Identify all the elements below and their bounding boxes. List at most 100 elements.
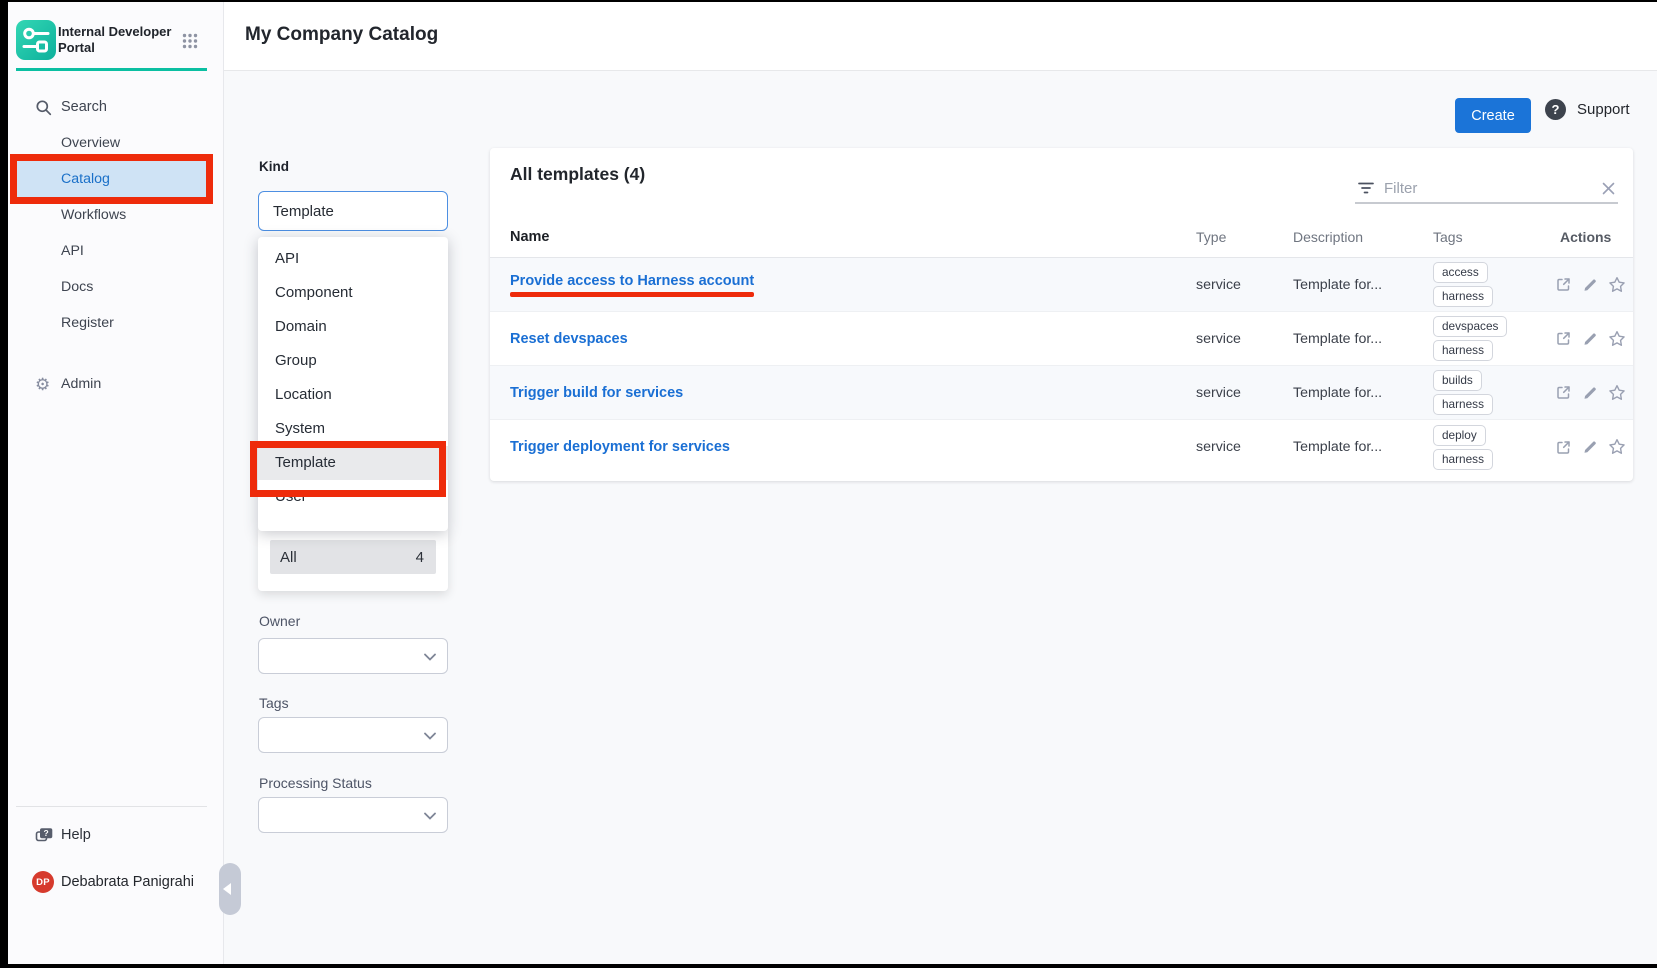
tag-chip: harness [1433, 394, 1493, 415]
app-window: Internal Developer Portal Search Overvie… [8, 2, 1657, 964]
kind-select[interactable]: Template [258, 191, 448, 231]
table-body: Provide access to Harness account service… [490, 258, 1633, 474]
tag-chip: access [1433, 262, 1488, 283]
sidebar: Internal Developer Portal Search Overvie… [8, 2, 224, 964]
star-icon[interactable] [1608, 384, 1626, 402]
open-in-new-icon[interactable] [1555, 384, 1572, 401]
tag-chip: devspaces [1433, 316, 1507, 337]
help-button[interactable]: ? Help [8, 823, 91, 847]
sidebar-item-register[interactable]: Register [17, 305, 206, 341]
table-row: Reset devspacesserviceTemplate for...dev… [490, 312, 1633, 366]
type-cell: service [1196, 277, 1293, 293]
sidebar-item-api[interactable]: API [17, 233, 206, 269]
kind-all-count: 4 [416, 549, 424, 566]
template-link[interactable]: Provide access to Harness account [510, 273, 754, 297]
edit-icon[interactable] [1582, 331, 1598, 347]
processing-status-select[interactable] [258, 797, 448, 833]
edit-icon[interactable] [1582, 277, 1598, 293]
type-cell: service [1196, 439, 1293, 455]
template-link[interactable]: Trigger deployment for services [510, 439, 730, 455]
template-link[interactable]: Reset devspaces [510, 331, 628, 347]
column-header-name: Name [510, 229, 1196, 245]
templates-card: All templates (4) [490, 148, 1633, 481]
kind-label: Kind [259, 159, 289, 174]
table-row: Provide access to Harness account service… [490, 258, 1633, 312]
kind-option-component[interactable]: Component [258, 276, 448, 310]
kind-select-value: Template [273, 203, 334, 220]
clear-filter-icon[interactable] [1601, 181, 1616, 196]
tag-chip: builds [1433, 370, 1482, 391]
question-circle-icon: ? [1545, 99, 1566, 120]
sidebar-item-admin[interactable]: ⚙ Admin [8, 366, 101, 402]
description-cell: Template for... [1293, 385, 1433, 401]
kind-all-label: All [280, 549, 297, 566]
support-button[interactable]: ? Support [1545, 99, 1630, 120]
support-label: Support [1577, 101, 1630, 118]
actions-cell [1543, 384, 1633, 402]
page-title: My Company Catalog [245, 24, 438, 46]
tag-chip: deploy [1433, 425, 1486, 446]
kind-option-group[interactable]: Group [258, 344, 448, 378]
tags-select[interactable] [258, 717, 448, 753]
kind-all-row[interactable]: All 4 [270, 540, 436, 574]
collapse-left-arrow-icon [223, 883, 231, 895]
brand-line1: Internal Developer [58, 24, 171, 40]
column-header-description: Description [1293, 229, 1433, 245]
portal-logo-icon [16, 20, 56, 60]
create-button[interactable]: Create [1455, 98, 1531, 133]
user-name: Debabrata Panigrahi [61, 874, 194, 890]
type-cell: service [1196, 385, 1293, 401]
processing-status-label: Processing Status [259, 775, 372, 791]
edit-icon[interactable] [1582, 385, 1598, 401]
admin-label: Admin [61, 376, 101, 392]
tag-chip: harness [1433, 449, 1493, 470]
table-filter [1355, 174, 1618, 204]
star-icon[interactable] [1608, 438, 1626, 456]
kind-option-system[interactable]: System [258, 412, 448, 446]
kind-option-user[interactable]: User [258, 480, 448, 514]
help-label: Help [61, 827, 91, 843]
sidebar-item-workflows[interactable]: Workflows [17, 197, 206, 233]
table-row: Trigger deployment for servicesserviceTe… [490, 420, 1633, 474]
user-menu[interactable]: DP Debabrata Panigrahi [32, 869, 194, 895]
kind-option-domain[interactable]: Domain [258, 310, 448, 344]
app-switcher-grid-icon[interactable] [182, 33, 198, 49]
templates-title: All templates (4) [510, 164, 645, 185]
tag-chip: harness [1433, 286, 1493, 307]
column-header-type: Type [1196, 229, 1293, 245]
table-row: Trigger build for services serviceTemplat… [490, 366, 1633, 420]
tags-cell: access harness [1433, 262, 1543, 307]
open-in-new-icon[interactable] [1555, 330, 1572, 347]
actions-cell [1543, 438, 1633, 456]
sidebar-item-overview[interactable]: Overview [17, 125, 206, 161]
owner-select[interactable] [258, 638, 448, 674]
brand-title: Internal Developer Portal [58, 24, 171, 55]
open-in-new-icon[interactable] [1555, 439, 1572, 456]
kind-option-template[interactable]: Template [258, 446, 448, 480]
star-icon[interactable] [1608, 330, 1626, 348]
brand-line2: Portal [58, 40, 171, 56]
avatar: DP [32, 871, 54, 893]
sidebar-search[interactable]: Search [8, 95, 107, 119]
star-icon[interactable] [1608, 276, 1626, 294]
description-cell: Template for... [1293, 331, 1433, 347]
edit-icon[interactable] [1582, 439, 1598, 455]
tags-cell: deploy harness [1433, 425, 1543, 470]
tags-cell: devspacesharness [1433, 316, 1543, 361]
kind-dropdown: APIComponentDomainGroupLocationSystemTem… [258, 237, 448, 531]
filter-input[interactable] [1384, 180, 1592, 197]
kind-count-card: All 4 [258, 527, 448, 591]
open-in-new-icon[interactable] [1555, 276, 1572, 293]
sidebar-item-catalog[interactable]: Catalog [17, 161, 206, 197]
kind-option-location[interactable]: Location [258, 378, 448, 412]
tags-cell: builds harness [1433, 370, 1543, 415]
filter-funnel-icon [1357, 180, 1375, 196]
kind-option-api[interactable]: API [258, 242, 448, 276]
chevron-down-icon [424, 812, 436, 820]
page-header: My Company Catalog [224, 2, 1657, 71]
chevron-down-icon [424, 732, 436, 740]
sidebar-collapse-handle[interactable] [219, 863, 241, 915]
tags-label: Tags [259, 695, 289, 711]
template-link[interactable]: Trigger build for services [510, 385, 683, 401]
sidebar-item-docs[interactable]: Docs [17, 269, 206, 305]
